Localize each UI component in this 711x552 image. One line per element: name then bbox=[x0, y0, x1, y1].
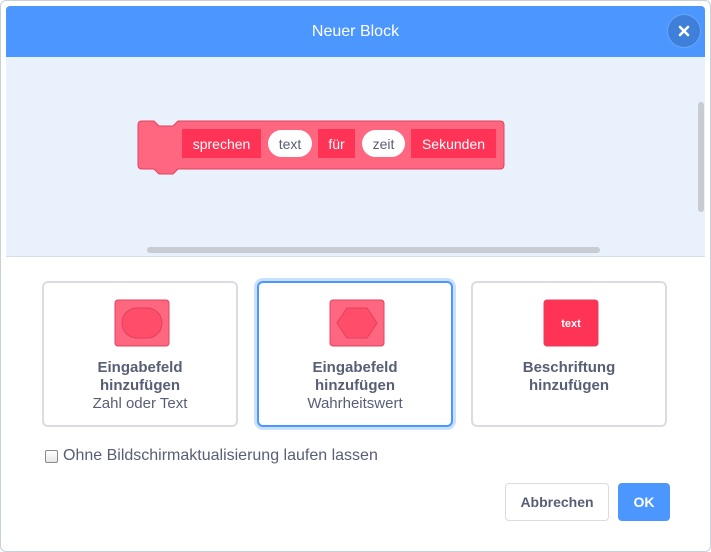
ok-button[interactable]: OK bbox=[618, 483, 670, 521]
close-icon bbox=[678, 25, 690, 37]
block-input-text[interactable]: text bbox=[268, 130, 312, 157]
horizontal-scrollbar[interactable] bbox=[147, 247, 600, 253]
option-title: Eingabefeld hinzufügen bbox=[97, 359, 183, 394]
option-title: Eingabefeld hinzufügen bbox=[312, 359, 398, 394]
vertical-scrollbar[interactable] bbox=[698, 102, 704, 212]
new-block-dialog: Neuer Block sprechen text für zeit Sekun… bbox=[0, 0, 711, 552]
close-button[interactable] bbox=[668, 15, 700, 47]
run-without-refresh-label: Ohne Bildschirmaktualisierung laufen las… bbox=[63, 447, 378, 464]
custom-block-shape bbox=[137, 120, 505, 175]
boolean-input-icon bbox=[329, 299, 385, 347]
block-label-fuer[interactable]: für bbox=[318, 129, 355, 158]
block-label-sprechen[interactable]: sprechen bbox=[182, 129, 261, 158]
add-number-text-input-option[interactable]: Eingabefeld hinzufügen Zahl oder Text bbox=[42, 281, 238, 427]
rounded-input-icon bbox=[114, 299, 170, 347]
option-subtitle: Wahrheitswert bbox=[307, 395, 403, 412]
dialog-header: Neuer Block bbox=[6, 6, 705, 57]
block-label-sekunden[interactable]: Sekunden bbox=[411, 129, 496, 158]
option-subtitle: Zahl oder Text bbox=[92, 395, 188, 412]
add-label-option[interactable]: text Beschriftung hinzufügen bbox=[471, 281, 667, 427]
option-title: Beschriftung hinzufügen bbox=[522, 359, 616, 394]
label-icon-text: text bbox=[561, 318, 581, 330]
dialog-content: Neuer Block sprechen text für zeit Sekun… bbox=[6, 6, 705, 546]
cancel-button[interactable]: Abbrechen bbox=[505, 483, 609, 521]
run-without-refresh-checkbox[interactable] bbox=[45, 449, 58, 463]
label-text-icon: text bbox=[543, 299, 599, 347]
dialog-title: Neuer Block bbox=[311, 22, 400, 40]
block-input-zeit[interactable]: zeit bbox=[362, 130, 405, 157]
add-boolean-input-option[interactable]: Eingabefeld hinzufügen Wahrheitswert bbox=[257, 281, 453, 427]
block-preview-workspace[interactable]: sprechen text für zeit Sekunden bbox=[6, 57, 705, 257]
run-without-refresh-row[interactable]: Ohne Bildschirmaktualisierung laufen las… bbox=[45, 447, 378, 465]
